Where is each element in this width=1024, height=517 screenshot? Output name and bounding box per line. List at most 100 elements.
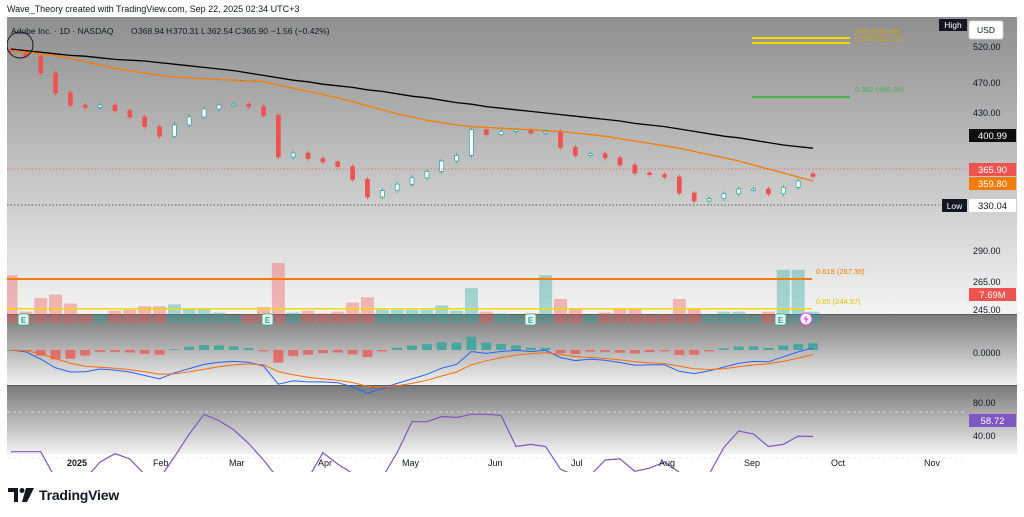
volume-bar	[405, 309, 419, 323]
candle	[513, 129, 519, 132]
macd-histogram-bar	[392, 347, 403, 350]
candle	[454, 155, 459, 162]
candle	[305, 152, 311, 159]
price-tick: 265.00	[973, 277, 1001, 287]
macd-histogram-bar	[763, 347, 774, 350]
candle	[469, 129, 474, 156]
price-tick: 245.00	[973, 305, 1001, 315]
time-label: May	[402, 458, 420, 468]
ohlc-high: 370.31	[173, 26, 199, 36]
macd-histogram-bar	[793, 343, 804, 350]
candle	[424, 171, 430, 179]
volume-bar	[672, 299, 686, 323]
volume-bar	[182, 308, 196, 323]
volume-bar	[108, 310, 122, 323]
candle	[320, 158, 326, 163]
volume-bar	[657, 314, 671, 323]
ohlc-low: 362.54	[207, 26, 233, 36]
macd-histogram-bar	[377, 350, 388, 352]
volume-bar	[568, 308, 582, 323]
chart-area[interactable]: Adobe Inc. · 1D · NASDAQ O 368.94 H 370.…	[4, 17, 1017, 480]
candle	[647, 172, 652, 175]
rsi-pane-bg	[7, 386, 1017, 454]
volume-bar	[702, 314, 716, 323]
rsi-40-label: 40.00	[973, 431, 996, 441]
volume-bar	[435, 305, 449, 323]
candle	[142, 116, 148, 127]
candle	[676, 176, 682, 194]
candle	[662, 174, 667, 178]
candle	[691, 192, 697, 202]
candle	[172, 124, 177, 137]
rsi-value: 58.72	[981, 416, 1005, 427]
macd-histogram-bar	[288, 350, 299, 357]
macd-histogram-bar	[362, 350, 373, 358]
candle	[53, 72, 58, 94]
time-label: Jun	[488, 458, 503, 468]
macd-histogram-bar	[199, 345, 210, 350]
volume-bar	[450, 310, 464, 323]
macd-histogram-bar	[124, 350, 135, 353]
volume-bar	[628, 308, 642, 323]
macd-histogram-bar	[95, 350, 106, 352]
ohlc-change: −1.56 (−0.42%)	[271, 26, 330, 36]
footer-brand: TradingView	[39, 487, 120, 503]
earnings-marker[interactable]: E	[774, 313, 787, 326]
macd-histogram-bar	[332, 350, 343, 353]
candle	[82, 104, 88, 108]
volume-bar	[717, 311, 731, 323]
macd-histogram-bar	[80, 350, 91, 356]
time-label: Feb	[153, 458, 169, 468]
candle	[38, 55, 44, 74]
candle	[127, 110, 133, 118]
earnings-marker[interactable]: E	[17, 313, 30, 326]
macd-histogram-bar	[689, 350, 700, 355]
macd-histogram-bar	[228, 346, 239, 350]
earnings-marker-label: E	[778, 316, 784, 325]
volume-bar	[197, 308, 211, 323]
macd-histogram-bar	[421, 344, 432, 350]
volume-bar	[554, 299, 568, 323]
pane-divider	[7, 385, 1017, 386]
last-price-value: 365.90	[978, 165, 1007, 176]
low-badge-label: Low	[947, 201, 963, 211]
earnings-marker[interactable]: E	[524, 313, 537, 326]
macd-histogram-bar	[644, 350, 655, 353]
candle	[780, 187, 786, 195]
candle	[379, 190, 385, 198]
volume-bar	[390, 309, 404, 323]
time-label: Jul	[571, 458, 583, 468]
candle	[602, 153, 608, 159]
macd-histogram-bar	[674, 350, 685, 356]
lightning-icon[interactable]	[799, 312, 813, 326]
volume-bar	[93, 314, 107, 323]
macd-histogram-bar	[540, 347, 551, 350]
volume-bar	[331, 311, 345, 323]
price-tick: 470.00	[973, 78, 1001, 88]
time-label: 2025	[67, 458, 87, 468]
ohlc-close: 365.90	[242, 26, 268, 36]
macd-histogram-bar	[555, 350, 566, 354]
macd-histogram-bar	[139, 350, 150, 354]
candle	[721, 193, 727, 199]
volume-bar	[301, 310, 315, 323]
fib-0618-lower-label: 0.618 (267.35)	[816, 267, 865, 276]
candle	[736, 188, 742, 195]
price-chart[interactable]: Adobe Inc. · 1D · NASDAQ O 368.94 H 370.…	[4, 17, 1017, 480]
candle	[706, 198, 712, 202]
fib-0382-line	[752, 96, 850, 98]
rsi-80-label: 80.00	[973, 398, 996, 408]
ohlc-open: 368.94	[138, 26, 164, 36]
earnings-marker[interactable]: E	[261, 313, 274, 326]
earnings-marker-label: E	[528, 316, 534, 325]
ohlc-high-label: H	[166, 26, 172, 36]
volume-bar	[271, 263, 285, 323]
macd-histogram-bar	[154, 350, 165, 355]
time-label: Nov	[924, 458, 941, 468]
macd-histogram-bar	[481, 342, 492, 350]
volume-bar	[346, 302, 360, 323]
fib-065-lower-line	[7, 308, 812, 310]
volume-bar	[479, 311, 493, 323]
macd-histogram-bar	[466, 336, 477, 350]
volume-bar	[539, 275, 553, 323]
